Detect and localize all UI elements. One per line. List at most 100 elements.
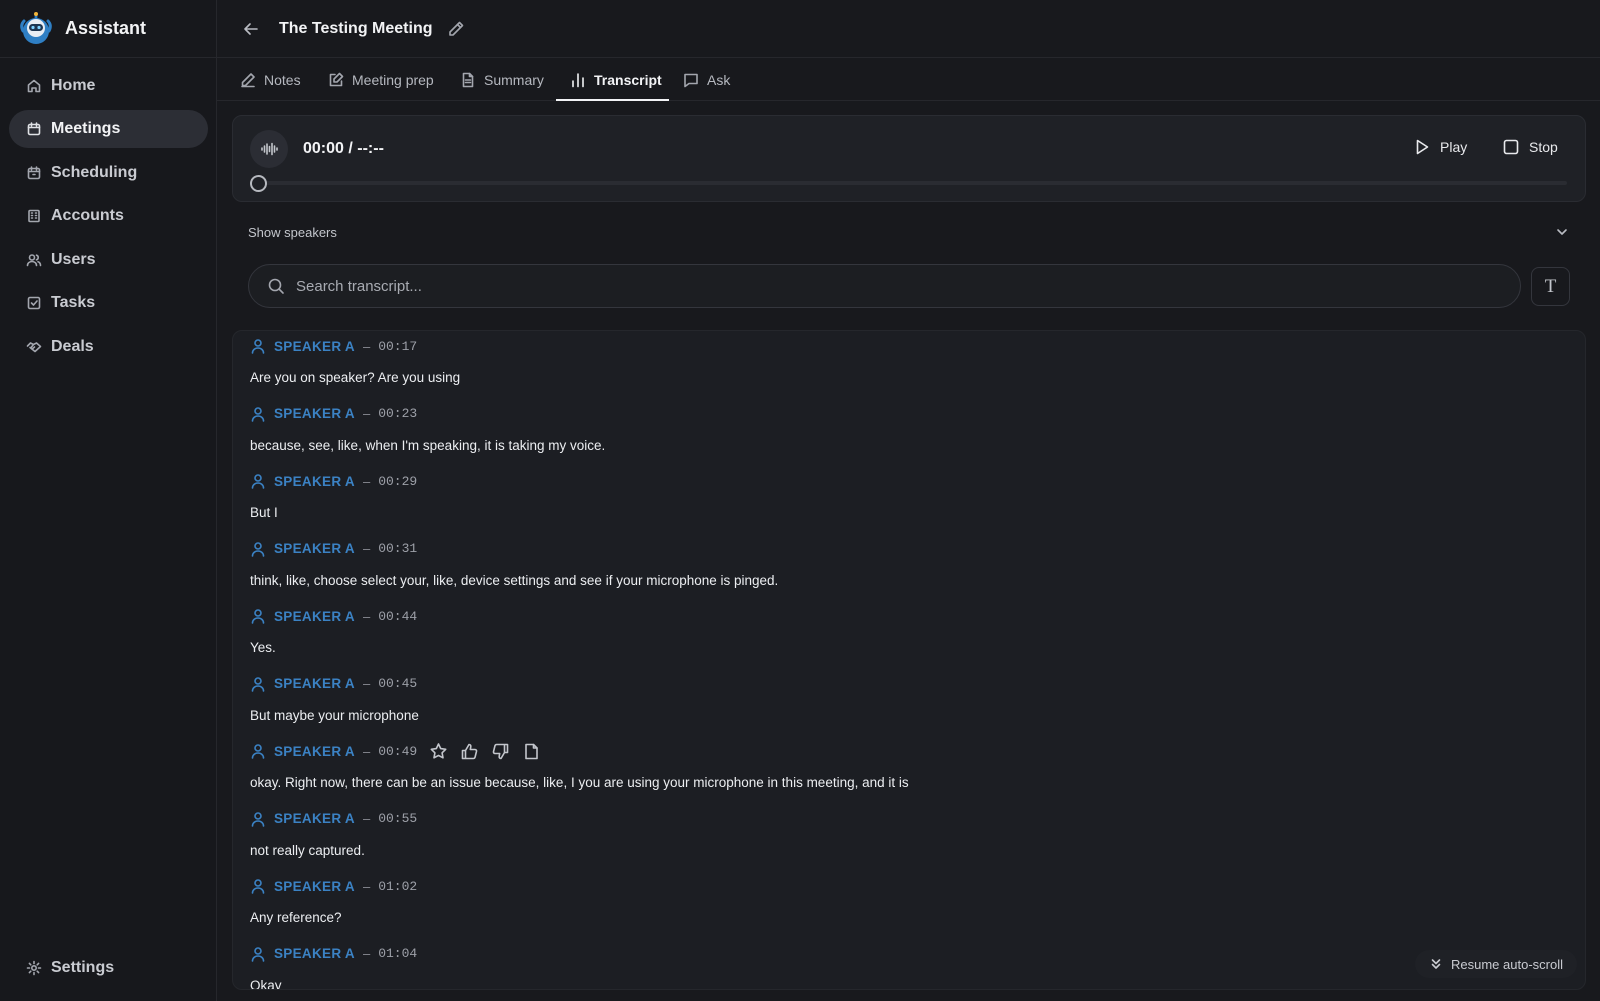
sidebar-item-label: Users <box>51 251 96 268</box>
speaker-name[interactable]: SPEAKER A <box>274 811 355 826</box>
thumbs-up-icon[interactable] <box>460 742 479 761</box>
chat-icon <box>684 73 698 87</box>
tab-summary[interactable]: Summary <box>460 58 544 101</box>
copy-icon[interactable] <box>522 742 541 761</box>
timestamp[interactable]: 00:31 <box>378 541 417 556</box>
sidebar-item-home[interactable]: Home <box>9 67 208 105</box>
timestamp[interactable]: 00:17 <box>378 339 417 354</box>
sidebar-item-meetings[interactable]: Meetings <box>9 110 208 148</box>
back-arrow-icon[interactable] <box>241 19 261 39</box>
speaker-name[interactable]: SPEAKER A <box>274 474 355 489</box>
brand[interactable]: Assistant <box>0 0 216 58</box>
stop-button[interactable]: Stop <box>1502 138 1558 156</box>
separator-dash: – <box>362 946 371 961</box>
speaker-name[interactable]: SPEAKER A <box>274 879 355 894</box>
sidebar-item-label: Home <box>51 77 96 94</box>
stop-icon <box>1503 139 1519 155</box>
tab-bar: Notes Meeting prep Summary Transcript As… <box>217 58 1600 101</box>
speaker-name[interactable]: SPEAKER A <box>274 609 355 624</box>
thumbs-down-icon[interactable] <box>491 742 510 761</box>
person-icon <box>251 811 265 827</box>
timestamp[interactable]: 00:45 <box>378 676 417 691</box>
building-icon <box>28 209 40 223</box>
resume-auto-scroll-button[interactable]: Resume auto-scroll <box>1415 950 1577 978</box>
transcript-panel[interactable]: SPEAKER A –00:17 Are you on speaker? Are y… <box>232 330 1586 990</box>
transcript-text: But maybe your microphone <box>250 707 419 723</box>
waveform-button[interactable] <box>250 130 288 168</box>
play-button[interactable]: Play <box>1413 138 1467 156</box>
timestamp[interactable]: 00:44 <box>378 609 417 624</box>
timestamp[interactable]: 01:04 <box>378 946 417 961</box>
progress-track[interactable] <box>255 181 1567 185</box>
sidebar-item-label: Accounts <box>51 207 124 224</box>
sidebar-item-label: Tasks <box>51 294 96 311</box>
handshake-icon <box>26 342 42 353</box>
sidebar-item-label: Meetings <box>51 120 121 137</box>
calendar-icon <box>27 122 41 136</box>
show-speakers-label: Show speakers <box>248 224 337 240</box>
tab-transcript[interactable]: Transcript <box>570 58 662 101</box>
person-icon <box>251 339 265 354</box>
sidebar-item-label: Deals <box>51 338 94 355</box>
waveform-icon <box>261 142 278 156</box>
stop-label: Stop <box>1529 139 1558 155</box>
timestamp[interactable]: 00:49 <box>378 744 417 759</box>
transcript-text: Yes. <box>250 640 276 655</box>
sidebar-item-settings[interactable]: Settings <box>9 949 208 987</box>
speaker-name[interactable]: SPEAKER A <box>274 541 355 556</box>
checkbox-icon <box>27 296 41 310</box>
entry-header: SPEAKER A –01:02 <box>250 876 417 896</box>
separator-dash: – <box>362 338 371 354</box>
timestamp[interactable]: 00:55 <box>378 811 417 826</box>
entry-header: SPEAKER A –01:04 <box>250 944 417 964</box>
page-header: The Testing Meeting <box>217 0 1600 58</box>
transcript-entry: SPEAKER A –00:55 not really captured. <box>250 809 417 858</box>
transcript-text: Okay <box>250 977 282 990</box>
app-name: Assistant <box>65 18 147 38</box>
speaker-name[interactable]: SPEAKER A <box>274 339 355 354</box>
timestamp[interactable]: 01:02 <box>378 879 417 894</box>
timestamp[interactable]: 00:23 <box>378 406 417 421</box>
transcript-entry: SPEAKER A –01:04 Okay <box>250 944 417 990</box>
pencil-icon <box>241 72 255 87</box>
progress-thumb[interactable] <box>250 175 267 192</box>
search-bar <box>248 264 1521 308</box>
speaker-name[interactable]: SPEAKER A <box>274 744 355 759</box>
sidebar-item-tasks[interactable]: Tasks <box>9 284 208 322</box>
edit-note-icon <box>329 72 344 86</box>
tab-notes[interactable]: Notes <box>240 58 301 101</box>
text-format-button[interactable]: T <box>1531 267 1570 306</box>
play-label: Play <box>1440 139 1468 155</box>
entry-header: SPEAKER A –00:55 <box>250 809 417 829</box>
tab-ask[interactable]: Ask <box>683 58 730 101</box>
transcript-entry: SPEAKER A –00:31 think, like, choose selec… <box>250 539 778 588</box>
speaker-name[interactable]: SPEAKER A <box>274 946 355 961</box>
search-icon <box>268 278 284 294</box>
transcript-text: think, like, choose select your, like, d… <box>250 572 779 588</box>
sidebar-item-accounts[interactable]: Accounts <box>9 197 208 235</box>
sidebar: Assistant Home Meetings Scheduling Accou… <box>0 0 217 1001</box>
sidebar-item-scheduling[interactable]: Scheduling <box>9 154 208 192</box>
page-title: The Testing Meeting <box>279 19 433 37</box>
transcript-entry: SPEAKER A –00:49 okay. Right now, there ca… <box>250 741 909 790</box>
sidebar-item-users[interactable]: Users <box>9 241 208 279</box>
star-icon[interactable] <box>429 742 448 761</box>
separator-dash: – <box>362 406 371 421</box>
person-icon <box>251 676 265 692</box>
separator-dash: – <box>362 743 371 759</box>
entry-header: SPEAKER A –00:49 <box>250 741 909 761</box>
gear-icon <box>26 960 42 976</box>
timestamp[interactable]: 00:29 <box>378 474 417 489</box>
show-speakers-toggle[interactable]: Show speakers <box>248 222 1570 242</box>
speaker-name[interactable]: SPEAKER A <box>274 406 355 421</box>
sidebar-item-label: Settings <box>51 959 115 976</box>
person-icon <box>251 406 265 422</box>
search-input[interactable] <box>296 277 1496 295</box>
document-icon <box>462 72 474 87</box>
edit-pencil-icon[interactable] <box>447 20 465 38</box>
transcript-text: not really captured. <box>250 842 365 858</box>
person-icon <box>251 541 265 557</box>
sidebar-item-deals[interactable]: Deals <box>9 328 208 366</box>
tab-meeting-prep[interactable]: Meeting prep <box>328 58 434 101</box>
speaker-name[interactable]: SPEAKER A <box>274 676 355 691</box>
